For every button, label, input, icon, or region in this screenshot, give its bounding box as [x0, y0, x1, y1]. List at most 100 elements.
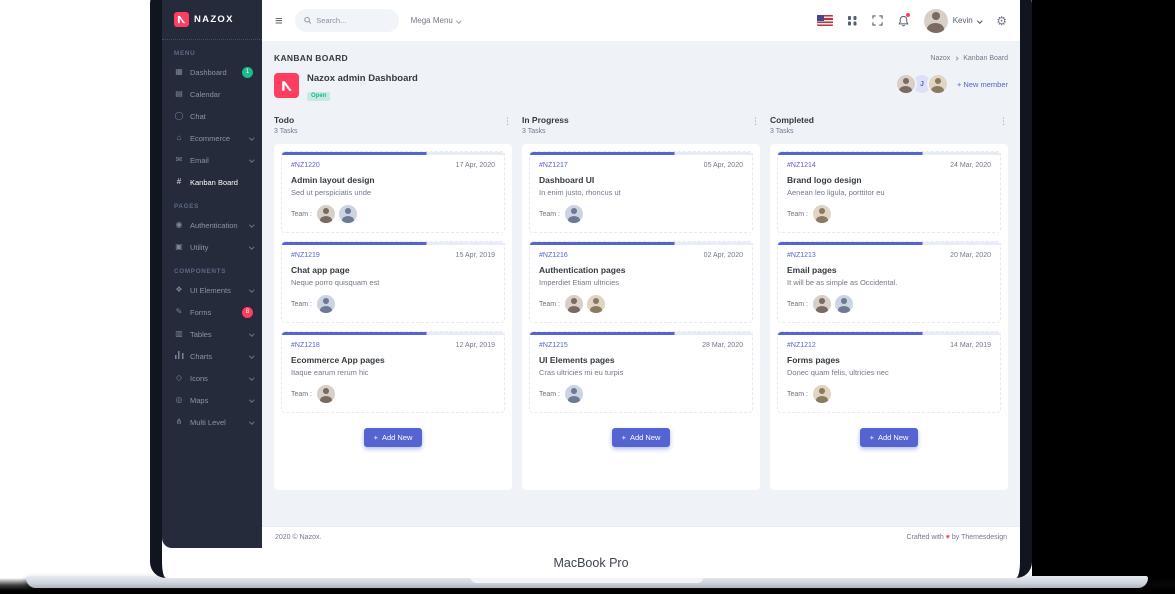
- new-member-button[interactable]: + New member: [957, 80, 1008, 89]
- team-avatar[interactable]: [565, 295, 584, 313]
- user-name: Kevin: [952, 16, 973, 25]
- card-id-link[interactable]: #NZ1215: [539, 342, 568, 349]
- project-info: Nazox admin Dashboard Open: [274, 73, 418, 102]
- member-avatar[interactable]: [894, 73, 917, 95]
- team-avatar[interactable]: [587, 295, 606, 313]
- chevron-down-icon: [248, 397, 254, 403]
- search-icon: [303, 16, 311, 24]
- team-avatar[interactable]: [813, 295, 832, 313]
- card-id-link[interactable]: #NZ1214: [787, 162, 816, 169]
- team-avatar[interactable]: [565, 205, 584, 223]
- kanban-card[interactable]: #NZ1218 12 Apr, 2019 Ecommerce App pages…: [281, 331, 505, 413]
- app-footer: 2020 © Nazox. Crafted with ♥ by Themesde…: [262, 526, 1020, 548]
- card-id-link[interactable]: #NZ1220: [291, 162, 320, 169]
- column-menu-icon[interactable]: ⋮: [999, 117, 1008, 126]
- calendar-icon: ▤: [175, 89, 183, 98]
- card-title: Chat app page: [291, 265, 350, 275]
- card-id-link[interactable]: #NZ1218: [291, 342, 320, 349]
- sidebar-item-calendar[interactable]: ▤ Calendar: [162, 83, 262, 105]
- kanban-card[interactable]: #NZ1215 28 Mar, 2020 UI Elements pages C…: [529, 331, 753, 413]
- us-flag-icon[interactable]: [816, 15, 833, 26]
- sidebar-item-authentication[interactable]: ◉ Authentication: [162, 214, 262, 236]
- card-date: 05 Apr, 2020: [703, 162, 743, 169]
- team-avatar[interactable]: [339, 205, 358, 223]
- team-avatar[interactable]: [813, 385, 832, 403]
- notifications-button[interactable]: [898, 12, 910, 27]
- sidebar-item-chat[interactable]: ◯ Chat: [162, 105, 262, 127]
- card-id-link[interactable]: #NZ1216: [539, 252, 568, 259]
- sidebar-item-multi-level[interactable]: ⋔ Multi Level: [162, 411, 262, 433]
- mail-icon: ✉: [175, 155, 183, 164]
- user-menu[interactable]: Kevin: [923, 8, 982, 33]
- sidebar-item-email[interactable]: ✉ Email: [162, 149, 262, 171]
- team-avatar[interactable]: [835, 295, 854, 313]
- breadcrumb-kanban-board: Kanban Board: [963, 54, 1008, 62]
- card-id-link[interactable]: #NZ1217: [539, 162, 568, 169]
- kanban-card[interactable]: #NZ1213 20 Mar, 2020 Email pages It will…: [777, 241, 1001, 323]
- team-label: Team :: [787, 390, 809, 398]
- sidebar-item-kanban-board[interactable]: # Kanban Board: [162, 171, 262, 193]
- sidebar-item-ecommerce[interactable]: ⌂ Ecommerce: [162, 127, 262, 149]
- team-avatar[interactable]: [565, 385, 584, 403]
- kanban-card[interactable]: #NZ1216 02 Apr, 2020 Authentication page…: [529, 241, 753, 323]
- member-avatar[interactable]: [926, 73, 949, 95]
- brand-name: NAZOX: [194, 14, 234, 25]
- sidebar-item-icons[interactable]: ◇ Icons: [162, 367, 262, 389]
- card-title: Admin layout design: [291, 175, 375, 185]
- brand-logo[interactable]: NAZOX: [162, 0, 262, 40]
- chevron-down-icon: [977, 18, 982, 23]
- add-new-button[interactable]: + Add New: [611, 428, 671, 447]
- search-input[interactable]: [316, 16, 390, 25]
- column-completed: Completed 3 Tasks ⋮ #NZ1214 24 Mar, 2020…: [770, 115, 1008, 490]
- team-avatar[interactable]: [317, 295, 336, 313]
- ui-elements-icon: ❖: [175, 285, 183, 294]
- sidebar-item-forms[interactable]: ✎ Forms 8: [162, 301, 262, 323]
- card-description: Aenean leo ligula, porttitor eu: [787, 188, 885, 197]
- card-id-link[interactable]: #NZ1212: [787, 342, 816, 349]
- menu-toggle-icon[interactable]: ≡: [275, 14, 283, 27]
- kanban-card[interactable]: #NZ1219 15 Apr, 2019 Chat app page Neque…: [281, 241, 505, 323]
- mega-menu-button[interactable]: Mega Menu: [411, 16, 462, 25]
- sidebar-item-utility[interactable]: ▣ Utility: [162, 236, 262, 258]
- apps-grid-icon[interactable]: [847, 16, 857, 25]
- card-id-link[interactable]: #NZ1219: [291, 252, 320, 259]
- team-avatar[interactable]: [813, 205, 832, 223]
- kanban-card[interactable]: #NZ1217 05 Apr, 2020 Dashboard UI In eni…: [529, 151, 753, 233]
- store-icon: ⌂: [176, 133, 182, 142]
- add-new-button[interactable]: + Add New: [363, 428, 423, 447]
- project-members: J + New member: [894, 73, 1008, 95]
- sidebar-item-charts[interactable]: Charts: [162, 345, 262, 367]
- nazox-logo-icon: [174, 12, 189, 27]
- team-label: Team :: [787, 300, 809, 308]
- add-new-button[interactable]: + Add New: [859, 428, 919, 447]
- card-title: Authentication pages: [539, 265, 626, 275]
- kanban-icon: #: [176, 177, 182, 186]
- card-id-link[interactable]: #NZ1213: [787, 252, 816, 259]
- grid-icon: ▦: [175, 67, 183, 76]
- card-description: Neque porro quisquam est: [291, 278, 380, 287]
- search-box[interactable]: [294, 9, 399, 32]
- card-description: In enim justo, rhoncus ut: [539, 188, 621, 197]
- chevron-down-icon: [248, 419, 254, 425]
- page-title: KANBAN BOARD: [274, 53, 348, 63]
- column-menu-icon[interactable]: ⋮: [751, 117, 760, 126]
- kanban-card[interactable]: #NZ1220 17 Apr, 2020 Admin layout design…: [281, 151, 505, 233]
- sidebar-item-tables[interactable]: ▥ Tables: [162, 323, 262, 345]
- breadcrumb-nazox[interactable]: Nazox: [930, 55, 950, 62]
- column-title: In Progress: [522, 115, 569, 125]
- column-todo: Todo 3 Tasks ⋮ #NZ1220 17 Apr, 2020 Admi…: [274, 115, 512, 490]
- chevron-down-icon: [248, 157, 254, 163]
- sidebar-item-maps[interactable]: ◎ Maps: [162, 389, 262, 411]
- column-menu-icon[interactable]: ⋮: [503, 117, 512, 126]
- sidebar-section-pages: PAGES: [174, 203, 200, 210]
- avatar: [923, 8, 948, 33]
- team-avatar[interactable]: [317, 385, 336, 403]
- dashboard-badge: 1: [242, 66, 253, 78]
- sidebar-item-ui-elements[interactable]: ❖ UI Elements: [162, 279, 262, 301]
- team-avatar[interactable]: [317, 205, 336, 223]
- sidebar-item-dashboard[interactable]: ▦ Dashboard 1: [162, 61, 262, 83]
- kanban-card[interactable]: #NZ1212 14 Mar, 2019 Forms pages Donec q…: [777, 331, 1001, 413]
- gear-icon[interactable]: ⚙: [996, 15, 1007, 27]
- kanban-card[interactable]: #NZ1214 24 Mar, 2020 Brand logo design A…: [777, 151, 1001, 233]
- fullscreen-icon[interactable]: [872, 15, 883, 26]
